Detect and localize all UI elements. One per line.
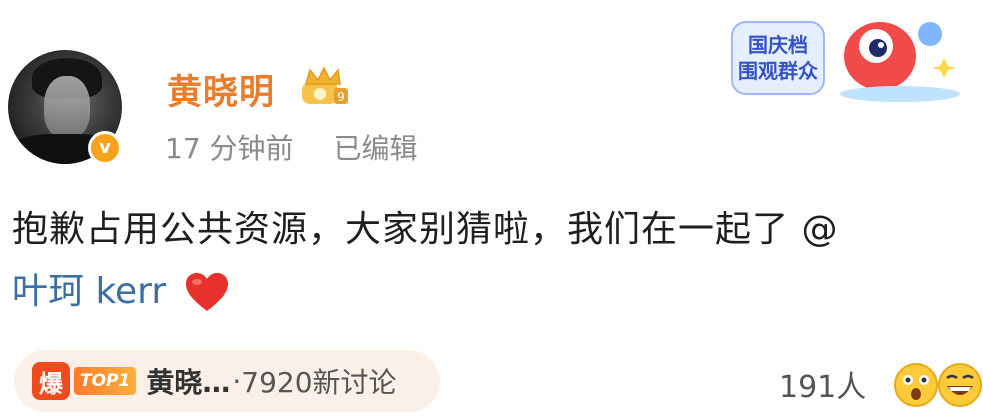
grinning-face-icon[interactable]	[937, 362, 983, 408]
hot-icon: 爆	[32, 362, 70, 400]
sticker-line1: 国庆档	[748, 33, 808, 57]
top1-badge: TOP1	[74, 367, 137, 395]
avatar-face	[44, 76, 90, 138]
trend-separator: ·	[232, 364, 242, 398]
post-text: 抱歉占用公共资源，大家别猜啦，我们在一起了 @	[12, 209, 839, 250]
edited-label[interactable]: 已编辑	[334, 127, 418, 167]
verified-badge-icon: v	[88, 131, 122, 165]
crown-badge-icon[interactable]: 9	[300, 66, 350, 108]
username[interactable]: 黄晓明	[167, 64, 275, 115]
mention-link[interactable]: 叶珂 kerr	[12, 262, 166, 322]
reaction-count[interactable]: 191人	[779, 362, 866, 406]
trend-discussions: 7920新讨论	[241, 366, 397, 399]
red-heart-icon	[186, 273, 229, 311]
trend-topic: 黄晓…	[146, 366, 231, 399]
trending-topic-pill[interactable]: 爆 TOP1 黄晓… · 7920新讨论	[14, 350, 440, 412]
surprised-face-icon[interactable]	[893, 362, 939, 408]
post-time: 17 分钟前	[165, 132, 294, 165]
event-sticker-icon[interactable]: 国庆档 围观群众	[730, 12, 970, 102]
svg-text:9: 9	[337, 90, 345, 104]
post-meta: 17 分钟前 已编辑	[165, 127, 418, 167]
post-text-line2: 叶珂 kerr	[12, 262, 230, 322]
sticker-line2: 围观群众	[738, 59, 818, 83]
